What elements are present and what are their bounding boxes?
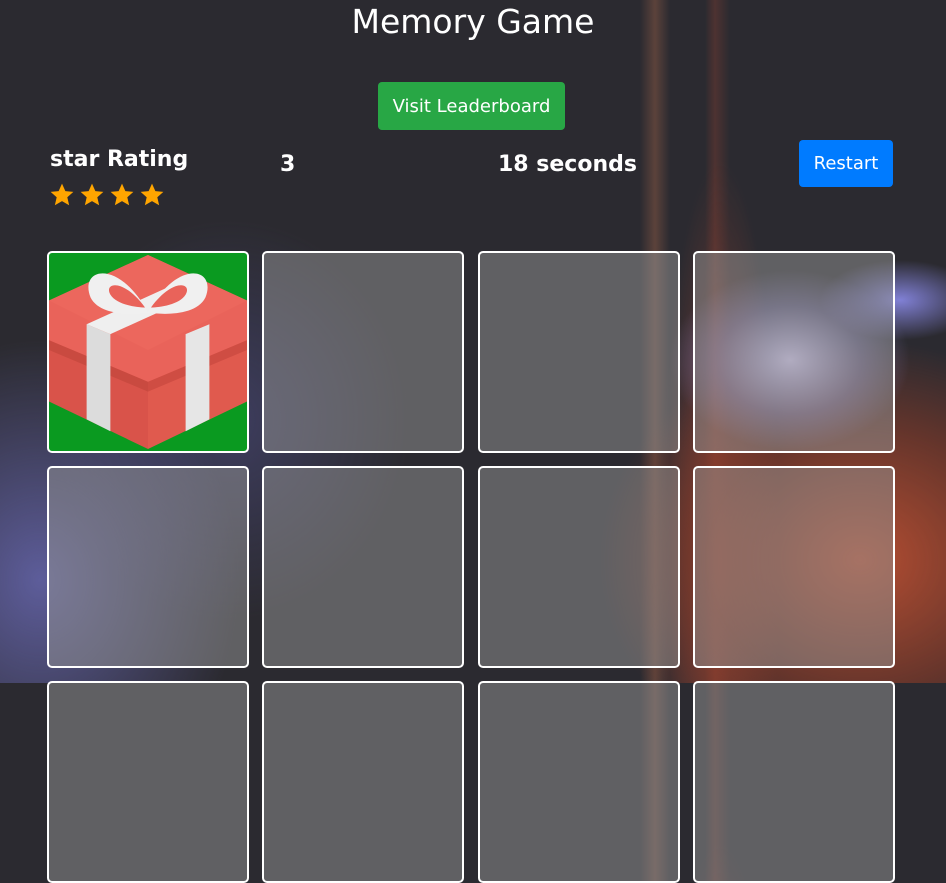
card-hidden[interactable] (47, 681, 249, 883)
card-hidden[interactable] (693, 681, 895, 883)
card-hidden[interactable] (478, 251, 680, 453)
star-rating (49, 182, 165, 208)
card-hidden[interactable] (478, 466, 680, 668)
card-hidden[interactable] (262, 466, 464, 668)
page-title: Memory Game (351, 2, 595, 41)
card-hidden[interactable] (262, 681, 464, 883)
visit-leaderboard-button[interactable]: Visit Leaderboard (378, 82, 565, 130)
star-icon (80, 183, 104, 206)
card-hidden[interactable] (47, 466, 249, 668)
moves-counter: 3 (280, 152, 296, 177)
timer: 18 seconds (498, 152, 637, 177)
card-hidden[interactable] (262, 251, 464, 453)
star-icon (50, 183, 74, 206)
restart-button[interactable]: Restart (799, 140, 893, 187)
card-hidden[interactable] (478, 681, 680, 883)
card-hidden[interactable] (693, 466, 895, 668)
gift-icon (49, 254, 247, 450)
star-rating-label: star Rating (50, 147, 189, 172)
star-icon (110, 183, 134, 206)
card-hidden[interactable] (693, 251, 895, 453)
star-icon (140, 183, 164, 206)
card-open[interactable] (47, 251, 249, 453)
